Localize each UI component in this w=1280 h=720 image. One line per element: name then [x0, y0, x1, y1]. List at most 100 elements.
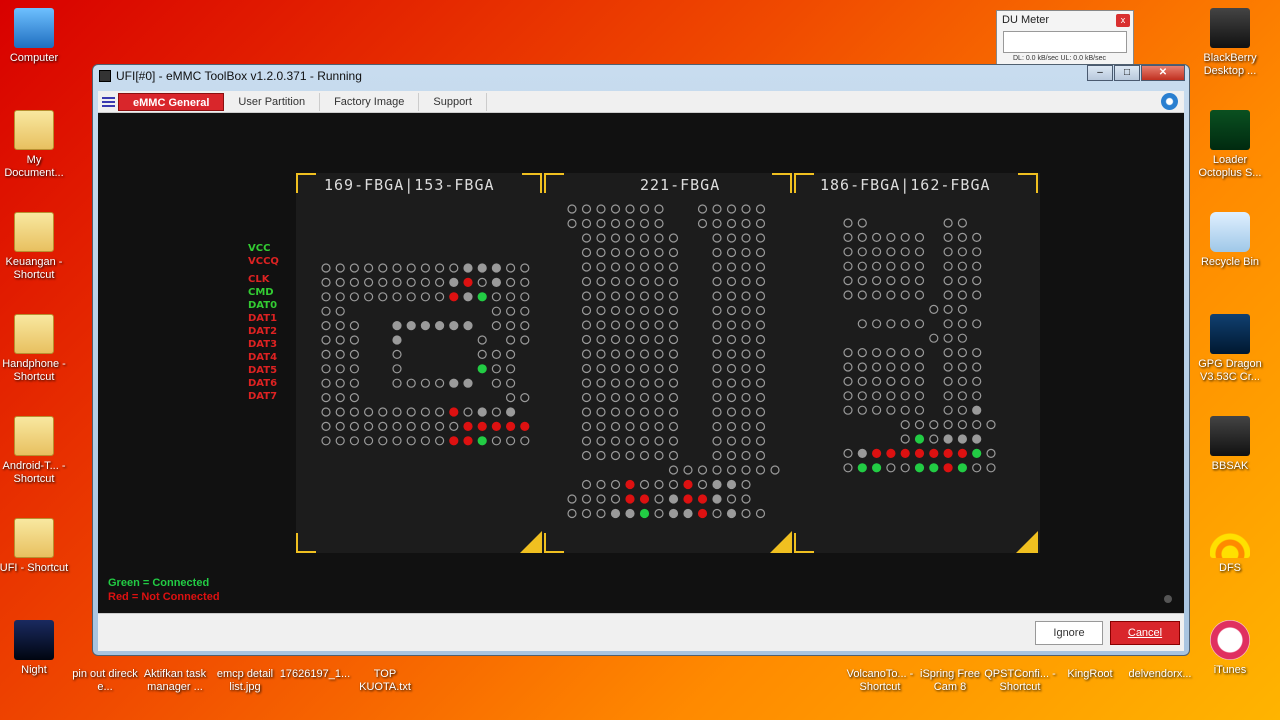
desktop-icon[interactable]: My Document... [0, 110, 71, 180]
ball-pad [378, 421, 388, 431]
desktop-icon[interactable]: Handphone - Shortcut [0, 314, 71, 384]
desktop-icon[interactable]: delvendorx... [1123, 668, 1197, 681]
cancel-button[interactable]: Cancel [1110, 621, 1180, 645]
ball-pad [406, 292, 416, 302]
ball-pad [943, 376, 953, 386]
ignore-button[interactable]: Ignore [1035, 621, 1103, 645]
du-meter-widget[interactable]: DU Meter x DL: 0.0 kB/sec UL: 0.0 kB/sec [996, 10, 1134, 70]
desktop-icon[interactable]: Recycle Bin [1193, 212, 1267, 269]
desktop-icon[interactable]: KingRoot [1053, 668, 1127, 681]
desktop-icon[interactable]: Night [0, 620, 71, 677]
ball-pad [871, 391, 882, 401]
desktop-icon[interactable]: Computer [0, 8, 71, 65]
ball-pad [871, 232, 882, 243]
ball-pad [596, 436, 606, 446]
desktop-icon[interactable]: DFS [1193, 518, 1267, 575]
desktop-icon[interactable]: TOP KUOTA.txt [348, 668, 422, 694]
ball-pad [610, 407, 621, 417]
ball-pad [639, 407, 650, 417]
ball-pad [886, 276, 896, 286]
minimize-button[interactable]: – [1087, 65, 1113, 81]
close-button[interactable]: ✕ [1141, 65, 1185, 81]
ball-pad [712, 305, 722, 316]
ball-pad [321, 321, 331, 331]
ball-pad [506, 364, 516, 374]
desktop-icon[interactable]: Loader Octoplus S... [1193, 110, 1267, 180]
ball-pad [406, 436, 416, 446]
desktop-icon[interactable]: BBSAK [1193, 416, 1267, 473]
desktop-icon[interactable]: pin out direck e... [68, 668, 142, 694]
title-bar[interactable]: UFI[#0] - eMMC ToolBox v1.2.0.371 - Runn… [93, 65, 1189, 87]
ball-pad [972, 391, 982, 401]
tab-user-partition[interactable]: User Partition [224, 92, 321, 111]
desktop-icon[interactable]: Android-T... - Shortcut [0, 416, 71, 486]
desktop-icon[interactable]: Keuangan - Shortcut [0, 212, 71, 282]
du-rates: DL: 0.0 kB/sec UL: 0.0 kB/sec [1013, 55, 1106, 62]
ball-pad [596, 247, 606, 258]
ball-pad [857, 348, 867, 358]
ball-pad [871, 448, 882, 458]
desktop-icon[interactable]: iTunes [1193, 620, 1267, 677]
ball-pad [392, 378, 402, 388]
ball-pad [712, 378, 722, 388]
computer-icon [14, 8, 54, 48]
ball-pad [741, 450, 751, 461]
tab-factory-image[interactable]: Factory Image [320, 92, 420, 111]
ball-pad [639, 218, 650, 229]
maximize-button[interactable]: □ [1114, 65, 1140, 81]
ball-pad [755, 450, 766, 461]
desktop-icon[interactable]: BlackBerry Desktop ... [1193, 8, 1267, 78]
ball-pad [463, 378, 473, 388]
ball-pad [610, 494, 621, 504]
ball-pad [654, 378, 664, 388]
tab-support[interactable]: Support [419, 92, 487, 111]
ball-pad [972, 247, 982, 257]
ball-pad [639, 204, 650, 214]
du-close-icon[interactable]: x [1116, 14, 1130, 27]
desktop-icon[interactable]: VolcanoTo... - Shortcut [843, 668, 917, 694]
ball-pad [610, 204, 621, 214]
ball-pad [972, 405, 982, 415]
hamburger-menu-icon[interactable] [98, 92, 118, 112]
scroll-indicator[interactable] [1164, 595, 1172, 603]
desktop-icon-label: TOP KUOTA.txt [359, 668, 411, 693]
emmc-toolbox-window[interactable]: UFI[#0] - eMMC ToolBox v1.2.0.371 - Runn… [92, 64, 1190, 656]
ball-pad [349, 349, 359, 359]
ball-pad [755, 436, 766, 446]
ball-pad [871, 405, 882, 415]
ball-pad [610, 349, 621, 359]
ball-pad [321, 277, 331, 287]
ball-pad [581, 262, 592, 272]
desktop-icon[interactable]: iSpring Free Cam 8 [913, 668, 987, 694]
desktop-icon[interactable]: Aktifkan task manager ... [138, 668, 212, 694]
ball-pad [726, 421, 737, 432]
ball-pad [435, 292, 445, 302]
desktop-icon[interactable]: emcp detail list.jpg [208, 668, 282, 694]
ball-pad [857, 391, 867, 401]
ball-pad [491, 436, 501, 446]
ball-pad [914, 232, 925, 243]
ball-pad [420, 436, 430, 446]
ball-pad [943, 420, 953, 430]
desktop-icon[interactable]: GPG Dragon V3.53C Cr... [1193, 314, 1267, 384]
ball-pad [491, 292, 501, 302]
settings-gear-icon[interactable] [1161, 93, 1178, 110]
desktop-icon[interactable]: UFI - Shortcut [0, 518, 71, 575]
ball-pad [463, 421, 473, 431]
ball-pad [406, 421, 416, 431]
desktop-icon[interactable]: QPSTConfi... - Shortcut [983, 668, 1057, 694]
ball-pad [639, 436, 650, 446]
folder-icon [14, 110, 54, 150]
ball-pad [726, 436, 737, 446]
ball-pad [491, 277, 501, 287]
desktop-icon[interactable]: 17626197_1... [278, 668, 352, 681]
ball-pad [843, 463, 853, 473]
ball-pad [914, 405, 925, 415]
ball-pad [957, 319, 968, 329]
ball-pad [957, 376, 968, 386]
ball-pad [625, 479, 635, 490]
ball-pad [755, 291, 766, 301]
ball-pad [378, 436, 388, 446]
tab-emmc-general[interactable]: eMMC General [118, 92, 225, 111]
ball-pad [726, 305, 737, 316]
